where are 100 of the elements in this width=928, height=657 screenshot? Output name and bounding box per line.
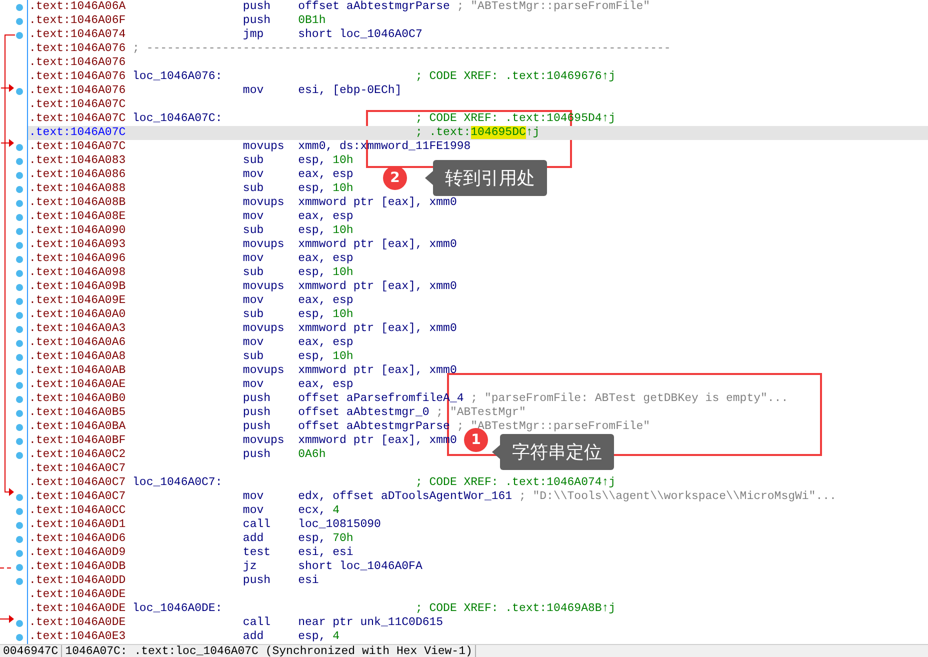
code-line[interactable]: .text:1046A09B movups xmmword ptr [eax], xmm0 (0, 280, 928, 294)
address: .text:1046A0A0 (29, 308, 127, 322)
code-line[interactable]: .text:1046A0D6 add esp, 70h (0, 532, 928, 546)
mnemonic: sub (242, 224, 265, 238)
code-line[interactable]: .text:1046A076 (0, 56, 928, 70)
dot-icon (16, 368, 23, 374)
address: .text:1046A0AE (29, 378, 127, 392)
address: .text:1046A0A3 (29, 322, 127, 336)
code-line[interactable]: .text:1046A0DE (0, 588, 928, 602)
code-line[interactable]: .text:1046A076 ; ---------------------------------------------------------------------------- (0, 42, 928, 56)
address: .text:1046A06A (29, 0, 127, 14)
status-text: 1046A07C: .text:loc_1046A07C (Synchronized with Hex View-1) (62, 645, 476, 657)
code-line[interactable]: .text:1046A0DB jz short loc_1046A0FA (0, 560, 928, 574)
code-line[interactable]: .text:1046A0A6 mov eax, esp (0, 336, 928, 350)
code-line[interactable]: .text:1046A0DE loc_1046A0DE: ; CODE XREF: .text:10469A8B↑j (0, 602, 928, 616)
code-line[interactable]: .text:1046A08E mov eax, esp (0, 210, 928, 224)
operands: esp, 10h (298, 182, 354, 196)
xref-comment[interactable]: ; CODE XREF: .text:1046A074↑j (415, 476, 616, 490)
operands: xmmword ptr [eax], xmm0 (298, 322, 457, 336)
mnemonic: mov (242, 84, 265, 98)
mnemonic: push (242, 574, 272, 588)
address: .text:1046A076 (29, 84, 127, 98)
dot-icon (16, 4, 23, 10)
dot-icon (16, 396, 23, 402)
address: .text:1046A0C2 (29, 448, 127, 462)
code-line[interactable]: .text:1046A098 sub esp, 10h (0, 266, 928, 280)
address: .text:1046A0C7 (29, 490, 127, 504)
code-line[interactable]: .text:1046A0A8 sub esp, 10h (0, 350, 928, 364)
code-line[interactable]: .text:1046A08B movups xmmword ptr [eax], xmm0 (0, 196, 928, 210)
dot-icon (16, 564, 23, 570)
operands: esi, [ebp-0ECh] (298, 84, 402, 98)
address: .text:1046A07C (29, 112, 127, 126)
xref-comment[interactable]: ; .text:104695DC↑j (415, 126, 540, 140)
dot-icon (16, 536, 23, 542)
address: .text:1046A0DE (29, 588, 127, 602)
code-line[interactable]: .text:1046A093 movups xmmword ptr [eax], xmm0 (0, 238, 928, 252)
address: .text:1046A0DE (29, 602, 127, 616)
address: .text:1046A088 (29, 182, 127, 196)
operands: short loc_1046A0FA (298, 560, 422, 574)
address: .text:1046A0DE (29, 616, 127, 630)
code-line[interactable]: .text:1046A0B5 push offset aAbtestmgr_0 ; "ABTestMgr" (0, 406, 928, 420)
dot-icon (16, 522, 23, 528)
address: .text:1046A096 (29, 252, 127, 266)
operands: esp, 4 (298, 630, 340, 644)
code-line[interactable]: .text:1046A0CC mov ecx, 4 (0, 504, 928, 518)
code-line[interactable]: .text:1046A0AB movups xmmword ptr [eax], xmm0 (0, 364, 928, 378)
mnemonic: push (242, 0, 272, 14)
code-line[interactable]: .text:1046A076 loc_1046A076: ; CODE XREF: .text:10469676↑j (0, 70, 928, 84)
dot-icon (16, 88, 23, 94)
code-line[interactable]: .text:1046A09E mov eax, esp (0, 294, 928, 308)
code-line[interactable]: .text:1046A0DD push esi (0, 574, 928, 588)
operands: esp, 70h (298, 532, 354, 546)
operands: 0A6h (298, 448, 326, 462)
mnemonic: jz (242, 560, 258, 574)
address: .text:1046A08B (29, 196, 127, 210)
address: .text:1046A08E (29, 210, 127, 224)
address: .text:1046A0D9 (29, 546, 127, 560)
operands: esp, 10h (298, 308, 354, 322)
code-line[interactable]: .text:1046A096 mov eax, esp (0, 252, 928, 266)
mnemonic: add (242, 532, 265, 546)
code-line[interactable]: .text:1046A0C7 loc_1046A0C7: ; CODE XREF: .text:1046A074↑j (0, 476, 928, 490)
dot-icon (16, 312, 23, 318)
dot-icon (16, 620, 23, 626)
code-line[interactable]: .text:1046A07C (0, 98, 928, 112)
dot-icon (16, 256, 23, 262)
code-line[interactable]: .text:1046A0D1 call loc_10815090 (0, 518, 928, 532)
step-number: 2 (383, 166, 407, 190)
dot-icon (16, 32, 23, 38)
code-line[interactable]: .text:1046A06A push offset aAbtestmgrParse ; "ABTestMgr::parseFromFile" (0, 0, 928, 14)
operands: esp, 10h (298, 154, 354, 168)
address: .text:1046A09E (29, 294, 127, 308)
code-line[interactable]: .text:1046A0AE mov eax, esp (0, 378, 928, 392)
address: .text:1046A0D6 (29, 532, 127, 546)
dot-icon (16, 270, 23, 276)
mnemonic: movups (242, 322, 286, 336)
operands: offset aAbtestmgrParse ; "ABTestMgr::parseFromFile" (298, 0, 650, 14)
dot-icon (16, 200, 23, 206)
mnemonic: mov (242, 168, 265, 182)
mnemonic: sub (242, 266, 265, 280)
dot-icon (16, 186, 23, 192)
address: .text:1046A07C (29, 140, 127, 154)
code-line[interactable]: .text:1046A0A0 sub esp, 10h (0, 308, 928, 322)
code-line[interactable]: .text:1046A074 jmp short loc_1046A0C7 (0, 28, 928, 42)
code-line[interactable]: .text:1046A0D9 test esi, esi (0, 546, 928, 560)
mnemonic: push (242, 406, 272, 420)
mnemonic: mov (242, 378, 265, 392)
xref-comment[interactable]: ; CODE XREF: .text:10469676↑j (415, 70, 616, 84)
code-line[interactable]: .text:1046A06F push 0B1h (0, 14, 928, 28)
address: .text:1046A0A8 (29, 350, 127, 364)
code-line[interactable]: .text:1046A0E3 add esp, 4 (0, 630, 928, 644)
code-line[interactable]: .text:1046A0A3 movups xmmword ptr [eax], xmm0 (0, 322, 928, 336)
xref-comment[interactable]: ; CODE XREF: .text:10469A8B↑j (415, 602, 616, 616)
code-line[interactable]: .text:1046A090 sub esp, 10h (0, 224, 928, 238)
mnemonic: sub (242, 308, 265, 322)
dot-icon (16, 172, 23, 178)
dot-icon (16, 438, 23, 444)
address: .text:1046A0B5 (29, 406, 127, 420)
pointer-icon (492, 445, 500, 459)
mnemonic: movups (242, 238, 286, 252)
callout-label: 转到引用处 (433, 160, 547, 196)
